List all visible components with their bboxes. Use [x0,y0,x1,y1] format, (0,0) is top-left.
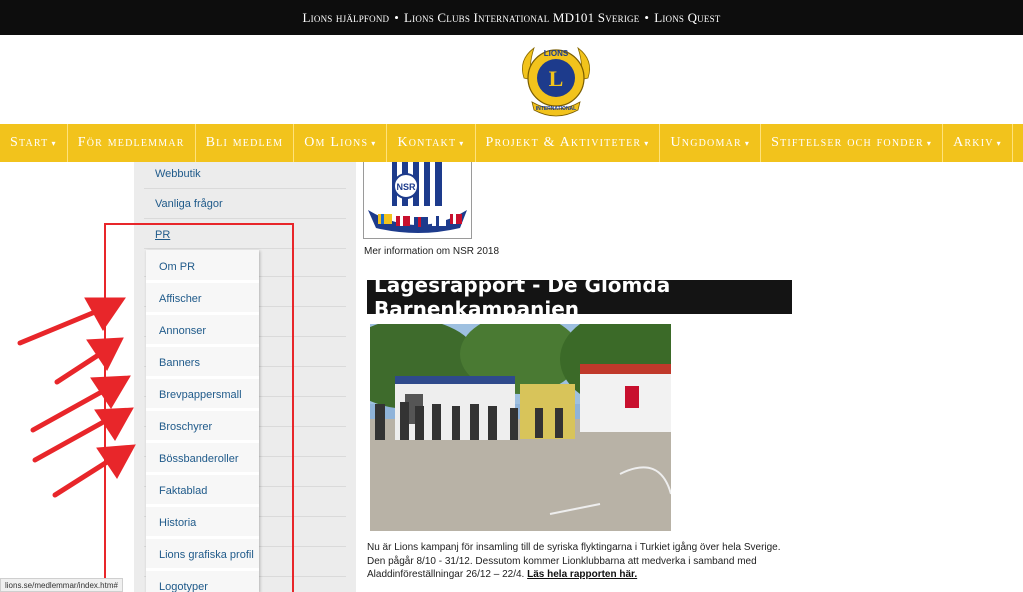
nav-label: Kontakt [397,135,457,150]
main-nav: Start ▾ För medlemmar Bli medlem Om Lions… [0,124,1023,162]
logo-letter: L [549,66,564,91]
submenu-item-logotyper[interactable]: Logotyper [146,573,259,592]
arrow-icon [30,375,131,433]
nsr-logo-image[interactable]: NSR [363,162,472,239]
arrow-icon [54,337,124,385]
lions-logo[interactable]: L LIONS INTERNATIONAL [514,40,598,120]
top-link-lions-quest[interactable]: Lions Quest [654,10,720,26]
top-separator: • [644,9,650,25]
read-report-link[interactable]: Läs hela rapporten här. [527,569,637,580]
annotation-arrows [17,297,136,498]
nav-for-medlemmar[interactable]: För medlemmar [68,124,196,162]
nav-projekt-aktiviteter[interactable]: Projekt & Aktiviteter ▾ [476,124,661,162]
nav-om-lions[interactable]: Om Lions ▾ [294,124,388,162]
caret-down-icon: ▾ [926,138,933,148]
caret-down-icon: ▾ [459,138,465,148]
divider [144,248,346,249]
submenu-item-bossbanderoller[interactable]: Bössbanderoller [146,445,259,475]
nav-label: Start [10,135,49,150]
arrow-icon [32,407,134,463]
nav-bli-medlem[interactable]: Bli medlem [196,124,295,162]
refugee-camp-photo [370,324,671,531]
nav-ungdomar[interactable]: Ungdomar ▾ [660,124,762,162]
submenu-item-banners[interactable]: Banners [146,349,259,379]
nav-stiftelser[interactable]: Stiftelser och fonder ▾ [761,124,944,162]
logo-text: LIONS [544,49,569,58]
top-links-bar: Lions hjälpfond • Lions Clubs Internatio… [0,0,1023,35]
arrow-icon [52,444,136,498]
pr-submenu: Om PR Affischer Annonser Banners Brevpap… [146,250,259,592]
submenu-item-brevpappersmall[interactable]: Brevpappersmall [146,381,259,411]
status-bar-url: lions.se/medlemmar/index.htm# [0,578,123,592]
submenu-item-historia[interactable]: Historia [146,509,259,539]
caret-down-icon: ▾ [51,138,57,148]
caret-down-icon: ▾ [744,138,751,148]
divider [144,188,346,189]
nav-label: Stiftelser och fonder [771,135,924,150]
article-headline: Lägesrapport - De Glömda Barnenkampanjen [367,273,792,321]
submenu-item-grafiska-profil[interactable]: Lions grafiska profil [146,541,259,571]
divider [144,218,346,219]
caret-down-icon: ▾ [644,138,650,148]
submenu-item-annonser[interactable]: Annonser [146,317,259,347]
nav-label: Om Lions [304,135,369,150]
nav-label: Arkiv [953,135,994,150]
article-body: Nu är Lions kampanj för insamling till d… [367,541,797,582]
nav-start[interactable]: Start ▾ [0,124,68,162]
sidebar-item-webbutik[interactable]: Webbutik [155,168,201,180]
nsr-caption[interactable]: Mer information om NSR 2018 [364,246,499,257]
submenu-item-om-pr[interactable]: Om PR [146,253,259,283]
top-link-hjalpfond[interactable]: Lions hjälpfond [303,10,390,26]
logo-ribbon-text: INTERNATIONAL [536,106,576,112]
arrow-icon [17,297,126,346]
nav-label: Bli medlem [205,135,284,150]
nav-label: För medlemmar [77,135,185,150]
nsr-viking-ship-icon: NSR [368,162,467,233]
caret-down-icon: ▾ [371,138,377,148]
article-photo [370,324,671,531]
caret-down-icon: ▾ [996,138,1002,148]
nav-kontakt[interactable]: Kontakt ▾ [387,124,476,162]
nav-label: Ungdomar [670,135,742,150]
nav-arkiv[interactable]: Arkiv ▾ [943,124,1013,162]
sidebar-item-vanliga-fragor[interactable]: Vanliga frågor [155,198,223,210]
top-separator: • [394,9,399,25]
sidebar-item-pr[interactable]: PR [155,229,170,241]
submenu-item-broschyrer[interactable]: Broschyrer [146,413,259,443]
submenu-item-faktablad[interactable]: Faktablad [146,477,259,507]
top-link-md101[interactable]: Lions Clubs International MD101 Sverige [404,10,639,26]
submenu-item-affischer[interactable]: Affischer [146,285,259,315]
nav-label: Projekt & Aktiviteter [485,135,642,150]
nsr-text: NSR [396,182,416,192]
language-english[interactable] [1013,124,1023,162]
